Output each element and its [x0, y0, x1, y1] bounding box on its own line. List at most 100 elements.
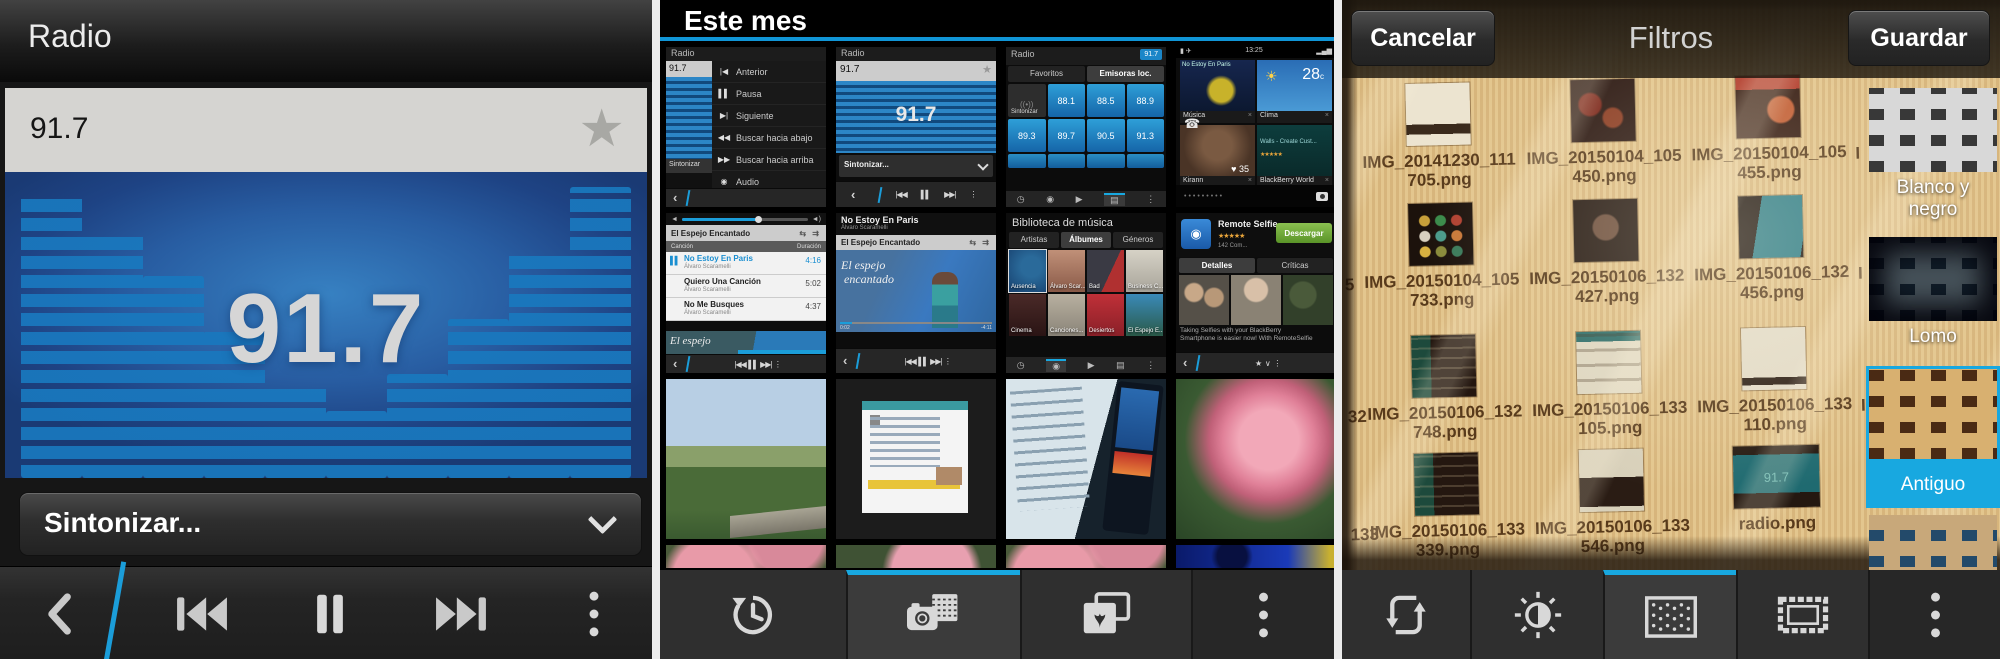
- filter-option-blanco-y-negro[interactable]: Blanco y negro: [1866, 88, 2000, 223]
- mini-album-label: El Espejo E...: [1128, 328, 1163, 334]
- equalizer-column: [387, 374, 448, 478]
- mini-menu-item: ▶|Siguiente: [712, 105, 826, 127]
- save-button[interactable]: Guardar: [1848, 10, 1990, 66]
- mini-freq-badge: 91.7: [1140, 49, 1162, 60]
- mini-menu-label: Audio: [736, 177, 759, 187]
- mini-menu-label: Buscar hacia abajo: [736, 133, 813, 143]
- mini-track-row: No Me BusquesÁlvaro Scaramelli4:37: [666, 298, 826, 321]
- mini-menu-label: Buscar hacia arriba: [736, 155, 814, 165]
- mini-menu-label: Siguiente: [736, 111, 774, 121]
- albums-tab[interactable]: [1020, 570, 1191, 659]
- gallery-toolbar: [660, 570, 1334, 659]
- gallery-panel: Este mes Radio 91.7 Sintonizar |◀Anterio…: [660, 0, 1334, 659]
- filter-preview: [1866, 366, 2000, 462]
- mini-station-tile: 89.3: [1008, 119, 1046, 152]
- track-list: ▌▌No Estoy En ParisÁlvaro Scaramelli4:16…: [666, 252, 826, 321]
- gallery-thumb-garden-photo[interactable]: [666, 379, 826, 539]
- filters-panel: IMG_20141230_111705.pngIMG_20150104_1054…: [1342, 0, 2000, 659]
- mini-album-cover: El Espejo E...: [1126, 294, 1163, 336]
- thumb-frequency: 91.7: [666, 61, 712, 77]
- volume-up-icon: ◄): [812, 216, 821, 223]
- mini-album-label: Canciones...: [1050, 328, 1083, 334]
- mini-track-duration: 5:02: [805, 279, 821, 288]
- recent-tab[interactable]: [660, 570, 846, 659]
- favorite-star-icon[interactable]: ★: [578, 96, 625, 162]
- filter-label: Blanco y negro: [1866, 175, 2000, 223]
- gallery-thumb-roses-2[interactable]: [836, 545, 996, 568]
- mini-radio-icon: ▤: [1104, 193, 1125, 206]
- frequency-display: 91.7: [5, 272, 647, 385]
- gallery-thumb-aquarium[interactable]: [1176, 545, 1336, 568]
- context-menu: |◀Anterior▌▌Pausa▶|Siguiente◀◀Buscar hac…: [712, 61, 826, 191]
- transform-tool[interactable]: [1342, 570, 1470, 659]
- gallery-thumb-radio-stations[interactable]: Radio 91.7 Favoritos Emisoras loc. ((•))…: [1006, 47, 1166, 207]
- overflow-menu-icon[interactable]: [1868, 570, 2000, 659]
- gallery-thumb-screen-photo[interactable]: [1006, 379, 1166, 539]
- mini-track-artist: Álvaro Scaramelli: [684, 310, 731, 316]
- mini-download-button: Descargar: [1276, 223, 1332, 243]
- tune-dropdown[interactable]: Sintonizar...: [19, 492, 642, 556]
- filter-preview: [1869, 88, 1997, 172]
- album-art-person: [932, 272, 958, 328]
- mini-track-duration: 4:37: [805, 302, 821, 311]
- overflow-menu-icon[interactable]: [589, 589, 600, 639]
- radio-header: Radio: [0, 0, 652, 82]
- frames-tool[interactable]: [1736, 570, 1868, 659]
- mini-station-tile: 88.1: [1048, 84, 1086, 117]
- mini-track-row: ▌▌No Estoy En ParisÁlvaro Scaramelli4:16: [666, 252, 826, 275]
- mini-album-cover: Cinema: [1009, 294, 1046, 336]
- enhance-tool[interactable]: [1470, 570, 1603, 659]
- overflow-menu-icon[interactable]: [1191, 570, 1334, 659]
- filters-header: Cancelar Filtros Guardar: [1342, 0, 2000, 78]
- mini-station-tile: 89.7: [1048, 119, 1086, 152]
- status-icons: ▮ ✈: [1180, 47, 1192, 58]
- mini-menu-icon: |◀: [712, 67, 736, 76]
- gallery-thumb-music-library[interactable]: Biblioteca de música Artistas Álbumes Gé…: [1006, 213, 1166, 373]
- mini-menu-item: ▌▌Pausa: [712, 83, 826, 105]
- mini-menu-icon: ▶▶: [712, 155, 736, 164]
- mini-album-label: Bad: [1089, 284, 1100, 290]
- mini-menu-label: Pausa: [736, 89, 762, 99]
- back-button[interactable]: [44, 592, 72, 636]
- app-icon: ◉: [1181, 219, 1211, 249]
- volume-down-icon: ◄: [671, 216, 678, 223]
- mini-tune-tile-label: Sintonizar: [1011, 109, 1038, 115]
- gallery-thumb-radio-main[interactable]: Radio 91.7 ★ 91.7 Sintonizar... ‹ |◀◀▌▌▶…: [836, 47, 996, 207]
- mini-camera-icon: ◉: [1046, 359, 1066, 372]
- gallery-thumb-roses-1[interactable]: [666, 545, 826, 568]
- gallery-thumb-music-video[interactable]: No Estoy En Paris Álvaro Scaramelli El E…: [836, 213, 996, 373]
- mini-playing-icon: ▌▌: [670, 256, 679, 265]
- mini-tune-label: Sintonizar: [666, 159, 712, 173]
- filters-tool[interactable]: [1603, 570, 1736, 659]
- gallery-thumb-homescreen[interactable]: ▮ ✈ 13:25 ▂▄▆ No Estoy En Paris Música× …: [1176, 47, 1336, 207]
- equalizer-display: 91.7: [5, 172, 647, 478]
- mini-album-label: Álvaro Scar...: [1050, 284, 1085, 290]
- mini-menu-label: Anterior: [736, 67, 768, 77]
- pause-button[interactable]: [315, 592, 345, 636]
- mini-station-tile-partial: [1048, 154, 1086, 168]
- editor-toolbar: [1342, 570, 2000, 659]
- camera-roll-tab[interactable]: [846, 570, 1020, 659]
- camera-icon: [1316, 192, 1328, 201]
- previous-button[interactable]: [175, 595, 229, 633]
- filter-option-lomo[interactable]: Lomo: [1866, 237, 2000, 350]
- gallery-thumb-tweet-screenshot[interactable]: [836, 379, 996, 539]
- page-title: Radio: [28, 18, 112, 55]
- repeat-shuffle-icons: ⇆ ⇉: [799, 229, 821, 238]
- gallery-thumb-rose-photo[interactable]: [1176, 379, 1336, 539]
- gallery-thumb-appworld[interactable]: ◉ Remote Selfie ★★★★★ 142 Com... Descarg…: [1176, 213, 1336, 373]
- mini-equalizer: [666, 77, 712, 159]
- next-button[interactable]: [434, 595, 488, 633]
- antenna-icon: ((•)): [1020, 100, 1033, 109]
- gallery-thumb-roses-3[interactable]: [1006, 545, 1166, 568]
- action-bar-separator: [103, 561, 126, 659]
- mini-station-tile: 91.3: [1127, 119, 1165, 152]
- mini-station-tile-partial: [1008, 154, 1046, 168]
- gallery-thumb-radio-menu[interactable]: Radio 91.7 Sintonizar |◀Anterior▌▌Pausa▶…: [666, 47, 826, 207]
- filter-option-antiguo[interactable]: Antiguo: [1866, 366, 2000, 508]
- station-grid: ((•))Sintonizar88.188.588.989.389.790.59…: [1008, 84, 1164, 168]
- equalizer-column: [265, 386, 326, 478]
- mini-track-row: Quiero Una CanciónÁlvaro Scaramelli5:02: [666, 275, 826, 298]
- gallery-thumb-music-playlist[interactable]: ◄◄) El Espejo Encantado⇆ ⇉ Canción Durac…: [666, 213, 826, 373]
- mini-album-cover: Álvaro Scar...: [1048, 250, 1085, 292]
